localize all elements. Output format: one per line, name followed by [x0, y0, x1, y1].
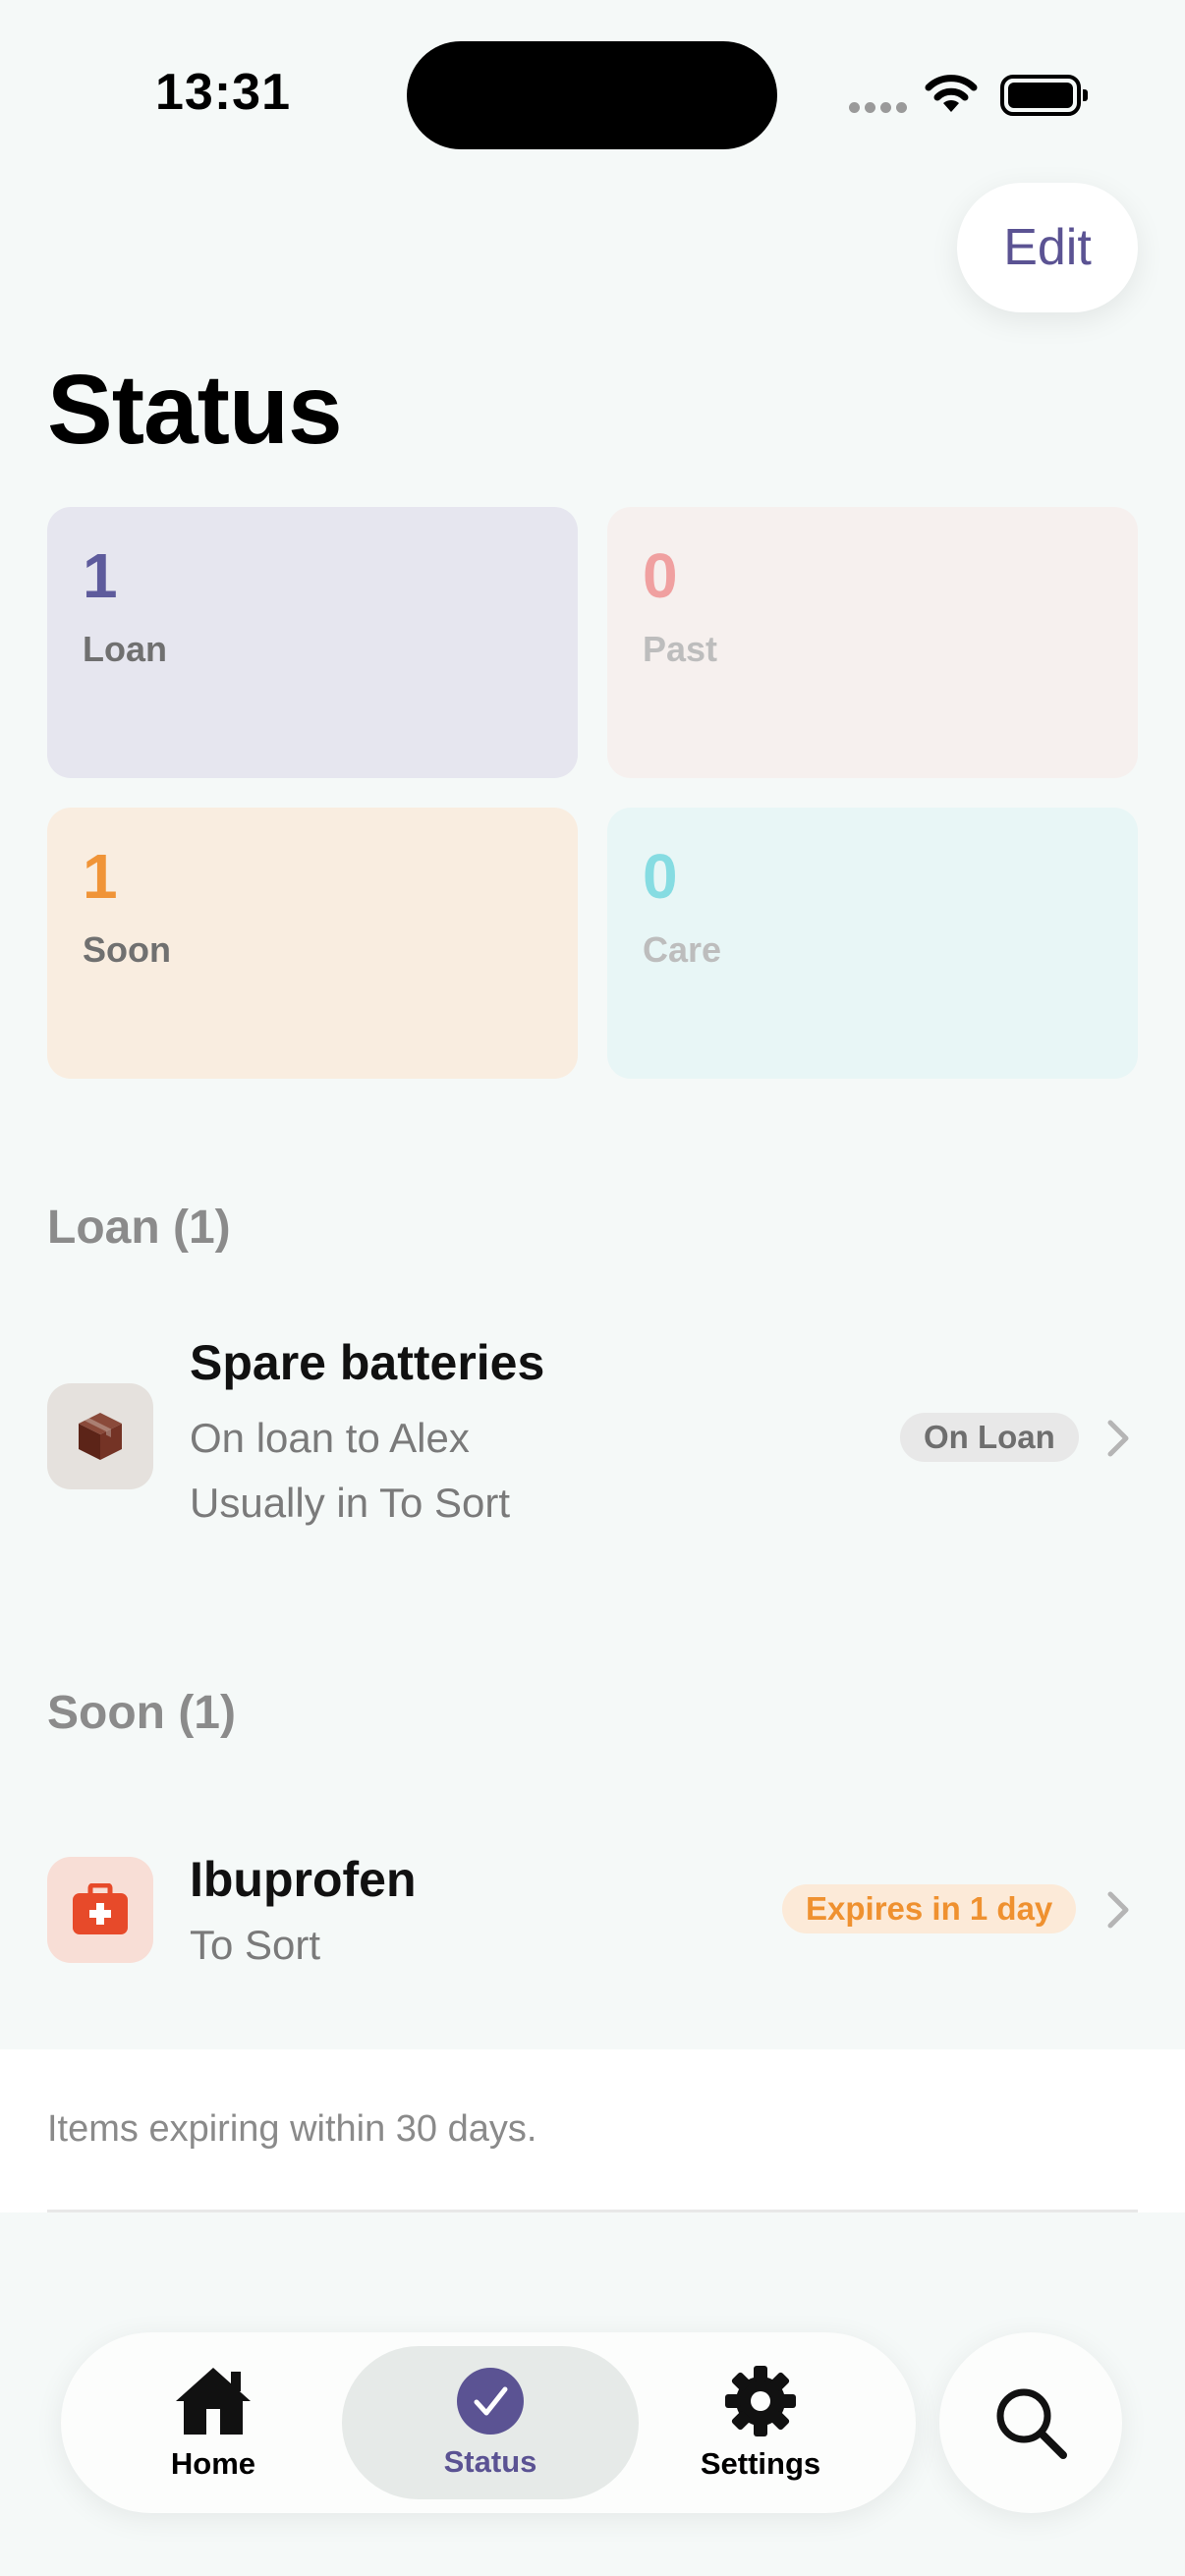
- section-header-soon: Soon (1): [47, 1687, 236, 1739]
- summary-label: Past: [643, 629, 718, 669]
- summary-count: 0: [643, 841, 678, 912]
- summary-count: 1: [83, 841, 118, 912]
- summary-label: Care: [643, 929, 722, 970]
- expiry-badge: Expires in 1 day: [782, 1884, 1077, 1933]
- list-item-spare-batteries[interactable]: Spare batteries On loan to Alex Usually …: [0, 1335, 1185, 1533]
- chevron-right-icon: [1107, 1420, 1129, 1457]
- tab-label: Settings: [700, 2446, 821, 2481]
- wifi-icon: [925, 75, 978, 112]
- tab-home[interactable]: Home: [130, 2332, 297, 2513]
- medkit-icon: [47, 1857, 153, 1963]
- box-icon: [47, 1383, 153, 1489]
- page-title: Status: [47, 355, 343, 465]
- search-button[interactable]: [939, 2332, 1122, 2513]
- summary-label: Loan: [83, 629, 167, 669]
- section-footer: Items expiring within 30 days.: [0, 2049, 1185, 2212]
- tab-settings[interactable]: Settings: [662, 2332, 859, 2513]
- summary-count: 0: [643, 540, 678, 611]
- divider: [47, 2210, 1138, 2212]
- house-icon: [176, 2368, 251, 2435]
- tab-bar: Home Status Settings: [61, 2332, 916, 2513]
- list-item-ibuprofen[interactable]: Ibuprofen To Sort Expires in 1 day: [0, 1827, 1185, 1975]
- summary-label: Soon: [83, 929, 171, 970]
- dynamic-island: [407, 41, 777, 149]
- footer-note: Items expiring within 30 days.: [47, 2108, 537, 2150]
- cellular-signal-icon: [849, 102, 907, 113]
- checkmark-circle-icon: [457, 2368, 524, 2435]
- section-header-loan: Loan (1): [47, 1202, 231, 1254]
- item-title: Spare batteries: [190, 1335, 545, 1390]
- tab-label: Status: [443, 2444, 537, 2479]
- battery-icon: [1000, 75, 1088, 116]
- summary-count: 1: [83, 540, 118, 611]
- summary-card-past[interactable]: 0 Past: [607, 507, 1138, 778]
- edit-button[interactable]: Edit: [957, 183, 1138, 312]
- tab-label: Home: [170, 2446, 256, 2481]
- status-bar: 13:31: [0, 0, 1185, 187]
- summary-card-loan[interactable]: 1 Loan: [47, 507, 578, 778]
- chevron-right-icon: [1107, 1891, 1129, 1929]
- item-detail-loan: On loan to Alex: [190, 1415, 470, 1461]
- status-time: 13:31: [155, 64, 291, 121]
- tab-status[interactable]: Status: [342, 2346, 639, 2499]
- gear-icon: [725, 2366, 796, 2436]
- item-detail-location: To Sort: [190, 1922, 321, 1968]
- search-icon: [996, 2388, 1067, 2459]
- status-badge: On Loan: [900, 1413, 1079, 1462]
- item-title: Ibuprofen: [190, 1852, 417, 1907]
- summary-card-care[interactable]: 0 Care: [607, 808, 1138, 1079]
- item-detail-location: Usually in To Sort: [190, 1480, 511, 1526]
- summary-card-soon[interactable]: 1 Soon: [47, 808, 578, 1079]
